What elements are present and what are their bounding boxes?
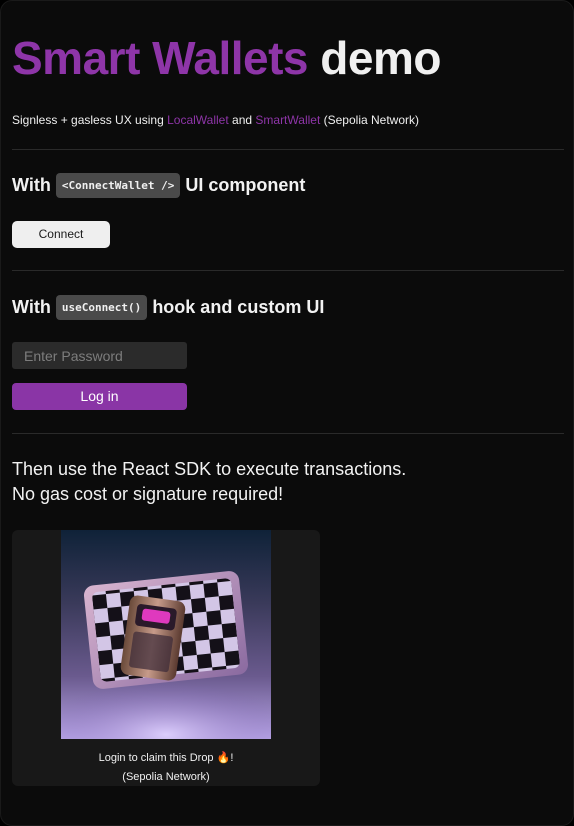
hook-section-heading: With useConnect() hook and custom UI	[12, 295, 324, 320]
sdk-line-2: No gas cost or signature required!	[12, 484, 284, 504]
drop-card[interactable]: Login to claim this Drop 🔥! (Sepolia Net…	[12, 530, 320, 786]
sdk-description: Then use the React SDK to execute transa…	[12, 457, 406, 507]
sdk-line-1: Then use the React SDK to execute transa…	[12, 459, 407, 479]
nft-image	[61, 530, 271, 739]
page-title-accent: Smart Wallets	[12, 32, 309, 84]
connect-button[interactable]: Connect	[12, 221, 110, 248]
heading-with: With	[12, 297, 51, 317]
fire-icon: 🔥	[216, 752, 231, 764]
app-container: Smart Wallets demo Signless + gasless UX…	[0, 0, 574, 826]
page-title-plain: demo	[320, 32, 441, 84]
divider	[12, 270, 564, 271]
smart-wallet-link[interactable]: SmartWallet	[255, 113, 320, 127]
divider	[12, 149, 564, 150]
page-subtitle: Signless + gasless UX using LocalWallet …	[12, 113, 419, 127]
password-input[interactable]	[12, 342, 187, 369]
heading-rest: hook and custom UI	[152, 297, 325, 317]
subtitle-suffix: (Sepolia Network)	[320, 113, 419, 127]
page-title: Smart Wallets demo	[12, 31, 441, 85]
login-button[interactable]: Log in	[12, 383, 187, 410]
heading-rest: UI component	[185, 175, 306, 195]
use-connect-code: useConnect()	[55, 295, 148, 320]
divider	[12, 433, 564, 434]
heading-with: With	[12, 175, 51, 195]
claim-drop-text: Login to claim this Drop 🔥!	[12, 751, 320, 764]
claim-exclaim: !	[230, 752, 234, 764]
network-label: (Sepolia Network)	[122, 771, 210, 783]
subtitle-prefix: Signless + gasless UX using	[12, 113, 168, 127]
claim-text: Login to claim this Drop	[98, 752, 214, 764]
subtitle-and: and	[228, 113, 256, 127]
connect-wallet-code: <ConnectWallet />	[55, 173, 181, 198]
component-section-heading: With <ConnectWallet /> UI component	[12, 173, 305, 198]
local-wallet-link[interactable]: LocalWallet	[167, 113, 229, 127]
